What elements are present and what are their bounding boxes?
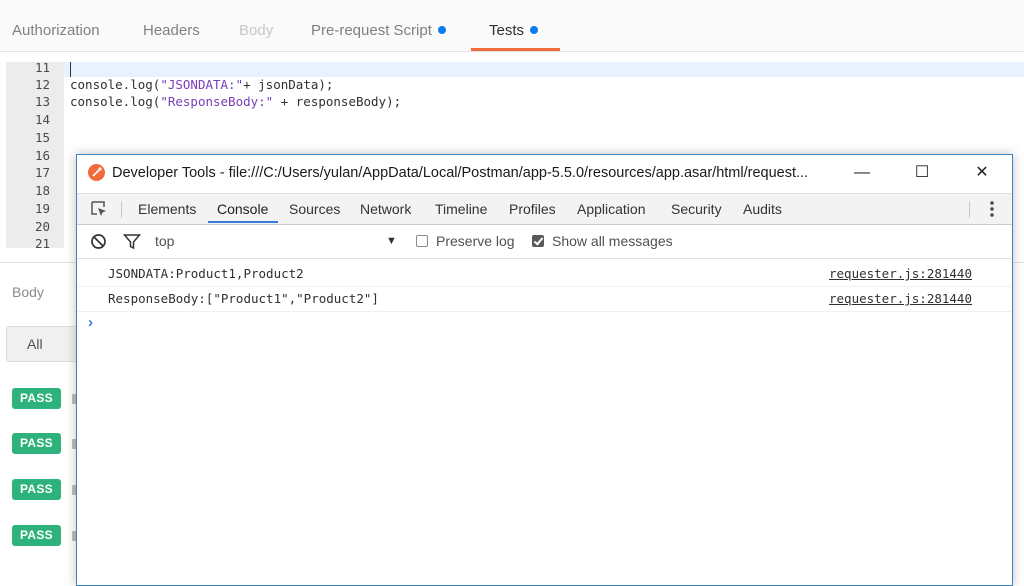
console-output[interactable]: JSONDATA:Product1,Product2 requester.js:… <box>77 259 1012 585</box>
active-tab-indicator <box>471 48 560 51</box>
tab-authorization[interactable]: Authorization <box>12 0 100 51</box>
context-dropdown-arrow-icon[interactable]: ▼ <box>386 225 397 258</box>
tab-label: Pre-request Script <box>311 22 432 39</box>
filter-icon[interactable] <box>123 233 141 250</box>
line-number: 13 <box>34 94 50 109</box>
tab-pre-request-script[interactable]: Pre-request Script <box>311 0 446 51</box>
code-string: "ResponseBody:" <box>160 94 274 109</box>
line-number: 14 <box>34 112 50 127</box>
source-link[interactable]: requester.js:281440 <box>829 262 972 286</box>
line-number: 17 <box>34 165 50 180</box>
close-button[interactable]: ✕ <box>959 155 1005 191</box>
tab-timeline[interactable]: Timeline <box>435 194 487 224</box>
line-number: 18 <box>34 183 50 198</box>
line-number: 16 <box>34 148 50 163</box>
code-line-12: console.log("JSONDATA:"+ jsonData); <box>70 76 333 94</box>
console-toolbar: top ▼ Preserve log Show all messages <box>77 225 1012 259</box>
code-string: "JSONDATA:" <box>160 77 244 92</box>
devtools-panel-tabs: Elements Console Sources Network Timelin… <box>77 193 1012 225</box>
preserve-log-label: Preserve log <box>436 233 515 249</box>
filter-all-button[interactable]: All <box>6 326 86 362</box>
request-tabs-bar: Authorization Headers Body Pre-request S… <box>0 0 1024 52</box>
modified-dot-icon <box>530 26 539 34</box>
toolbar-divider <box>121 201 122 218</box>
line-number: 12 <box>34 77 50 92</box>
line-number: 19 <box>34 201 50 216</box>
tab-application[interactable]: Application <box>577 194 646 224</box>
line-number: 20 <box>34 219 50 234</box>
show-all-messages-label: Show all messages <box>552 233 673 249</box>
tab-headers[interactable]: Headers <box>143 0 200 51</box>
code-token: console.log( <box>70 77 161 92</box>
tab-sources[interactable]: Sources <box>289 194 340 224</box>
pass-badge: PASS <box>12 525 61 546</box>
tab-profiles[interactable]: Profiles <box>509 194 556 224</box>
line-number: 21 <box>34 236 50 248</box>
tab-network[interactable]: Network <box>360 194 411 224</box>
preserve-log-checkbox[interactable] <box>416 235 428 247</box>
line-number: 15 <box>34 130 50 145</box>
clear-console-icon[interactable] <box>90 233 107 250</box>
execution-context-select[interactable]: top <box>155 225 174 258</box>
tab-security[interactable]: Security <box>671 194 722 224</box>
line-number: 11 <box>34 62 50 75</box>
modified-dot-icon <box>437 26 446 34</box>
tab-tests[interactable]: Tests <box>489 0 539 51</box>
active-line-highlight <box>64 62 1024 77</box>
message-text: ResponseBody:["Product1","Product2"] <box>108 291 379 306</box>
console-message: JSONDATA:Product1,Product2 requester.js:… <box>77 262 1012 287</box>
pass-badge: PASS <box>12 388 61 409</box>
pass-badge: PASS <box>12 433 61 454</box>
active-tab-indicator <box>208 221 278 223</box>
tab-audits[interactable]: Audits <box>743 194 782 224</box>
tab-console[interactable]: Console <box>217 194 268 224</box>
inspect-element-icon[interactable] <box>90 200 108 218</box>
console-prompt-icon[interactable]: › <box>88 314 93 331</box>
window-titlebar[interactable]: Developer Tools - file:///C:/Users/yulan… <box>77 155 1012 191</box>
window-title: Developer Tools - file:///C:/Users/yulan… <box>112 165 809 181</box>
pass-badge: PASS <box>12 479 61 500</box>
code-token: console.log( <box>70 94 161 109</box>
minimize-button[interactable]: — <box>839 155 885 191</box>
tab-label: Tests <box>489 22 525 39</box>
message-text: JSONDATA:Product1,Product2 <box>108 266 304 281</box>
line-number-gutter: 11 12 13 14 15 16 17 18 19 20 21 <box>6 62 64 248</box>
console-message: ResponseBody:["Product1","Product2"] req… <box>77 287 1012 312</box>
source-link[interactable]: requester.js:281440 <box>829 287 972 311</box>
code-line-13: console.log("ResponseBody:" + responseBo… <box>70 93 401 111</box>
code-token: + jsonData); <box>243 77 334 92</box>
response-body-tab[interactable]: Body <box>12 284 44 300</box>
tab-elements[interactable]: Elements <box>138 194 196 224</box>
code-token: + responseBody); <box>273 94 402 109</box>
show-all-messages-checkbox[interactable] <box>532 235 544 247</box>
maximize-button[interactable]: ☐ <box>899 155 945 191</box>
more-options-icon[interactable] <box>987 200 997 218</box>
toolbar-divider <box>969 201 970 218</box>
text-cursor <box>70 62 71 77</box>
developer-tools-window: Developer Tools - file:///C:/Users/yulan… <box>76 154 1013 586</box>
postman-app-icon <box>88 164 105 181</box>
tab-body[interactable]: Body <box>239 0 273 51</box>
